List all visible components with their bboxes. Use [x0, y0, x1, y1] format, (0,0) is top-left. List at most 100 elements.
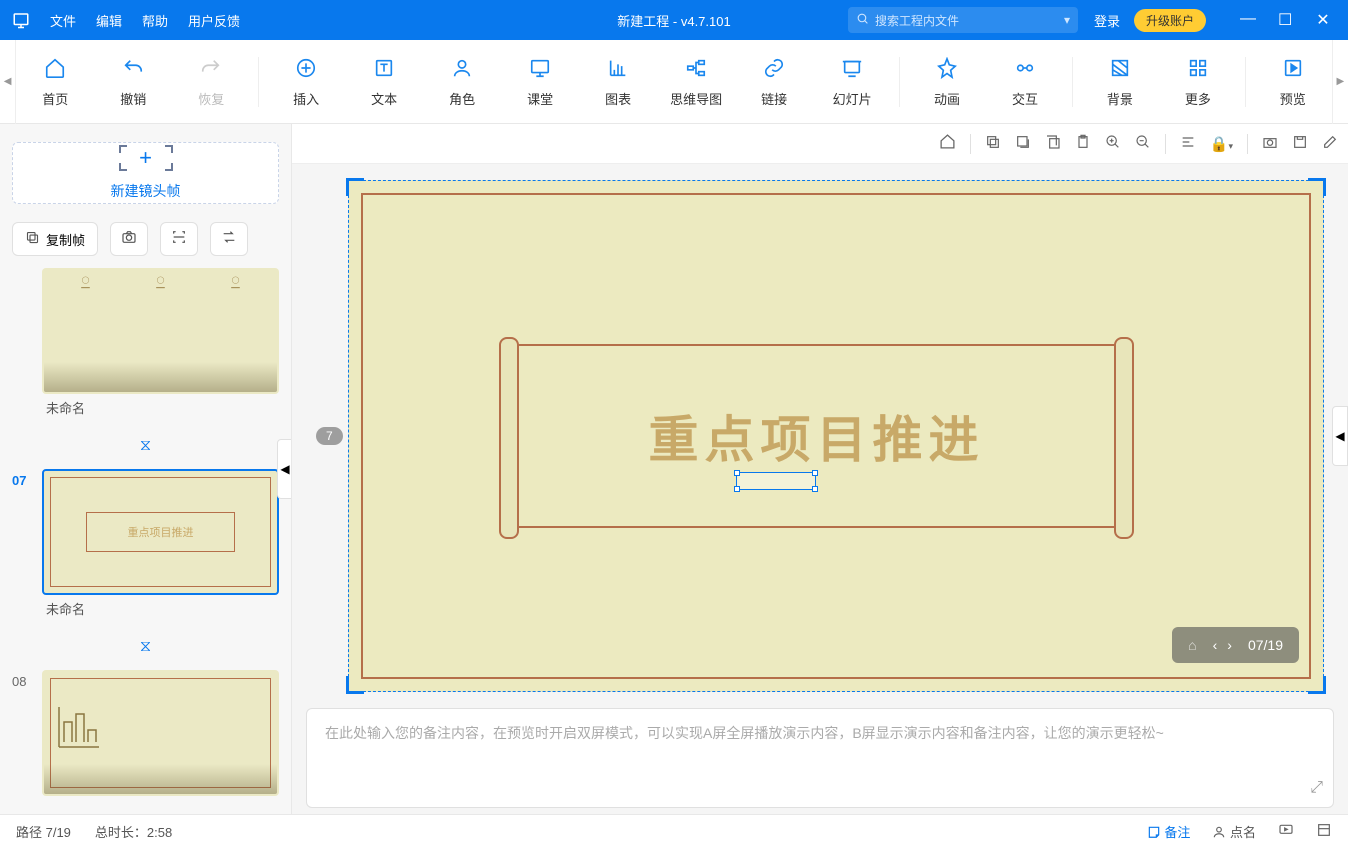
thumb-title: 重点项目推进	[86, 512, 235, 551]
page-count: 07/19	[1248, 637, 1283, 653]
preview-button[interactable]: 预览	[1254, 40, 1332, 124]
notes-area[interactable]: 在此处输入您的备注内容，在预览时开启双屏模式，可以实现A屏全屏播放演示内容，B屏…	[306, 708, 1334, 808]
search-icon	[856, 12, 869, 28]
export-icon[interactable]	[1292, 134, 1308, 154]
prev-icon[interactable]: ‹	[1213, 637, 1218, 653]
chart-button[interactable]: 图表	[579, 40, 657, 124]
slide-number: 08	[12, 670, 34, 796]
slide-number: 07	[12, 469, 34, 618]
menu-edit[interactable]: 编辑	[96, 11, 122, 30]
paste-icon[interactable]	[1075, 134, 1091, 154]
maximize-button[interactable]: ☐	[1278, 10, 1292, 30]
new-frame-button[interactable]: + 新建镜头帧	[12, 142, 279, 204]
slide-label: 未命名	[42, 599, 279, 618]
interact-button[interactable]: 交互	[986, 40, 1064, 124]
search-input[interactable]: 搜索工程内文件 ▾	[848, 7, 1078, 33]
scan-button[interactable]	[160, 222, 198, 256]
sidebar-collapse-button[interactable]: ◀	[277, 439, 292, 499]
link-icon	[761, 55, 787, 81]
slide-item[interactable]: 08	[12, 670, 279, 796]
zoom-in-icon[interactable]	[1105, 134, 1121, 154]
canvas[interactable]: 重点项目推进 ⌂ ‹ › 07/19	[348, 180, 1324, 692]
home-icon[interactable]: ⌂	[1188, 637, 1196, 653]
slide-thumbnail[interactable]	[42, 670, 279, 796]
link-button[interactable]: 链接	[735, 40, 813, 124]
redo-icon	[198, 55, 224, 81]
camera-icon	[121, 229, 137, 249]
minimize-button[interactable]: —	[1240, 10, 1254, 30]
slide-thumbnail[interactable]: 重点项目推进	[42, 469, 279, 595]
bg-button[interactable]: 背景	[1081, 40, 1159, 124]
slide-number	[12, 268, 34, 417]
chevron-down-icon[interactable]: ▾	[1064, 13, 1070, 27]
upgrade-button[interactable]: 升级账户	[1134, 9, 1206, 32]
text-button[interactable]: 文本	[345, 40, 423, 124]
menu-file[interactable]: 文件	[50, 11, 76, 30]
new-frame-label: 新建镜头帧	[111, 181, 181, 201]
notes-toggle[interactable]: 备注	[1147, 822, 1191, 841]
slide-thumbnail[interactable]: ◯━━◯━━◯━━	[42, 268, 279, 394]
slide-item[interactable]: ◯━━◯━━◯━━ 未命名	[12, 268, 279, 417]
home-button[interactable]: 首页	[16, 40, 94, 124]
path-info: 路径 7/19	[16, 822, 71, 841]
anim-button[interactable]: 动画	[908, 40, 986, 124]
toolbar-scroll-right[interactable]: ▶	[1332, 40, 1348, 124]
camera-button[interactable]	[110, 222, 148, 256]
slide-label: 未命名	[42, 398, 279, 417]
selection-handle[interactable]	[736, 472, 816, 490]
slide-number-badge: 7	[316, 427, 343, 445]
canvas-area: 🔒▾ 7 重点项目推进 ⌂ ‹ › 07/19	[292, 124, 1348, 814]
mindmap-button[interactable]: 思维导图	[657, 40, 735, 124]
search-placeholder: 搜索工程内文件	[875, 12, 959, 29]
notes-placeholder: 在此处输入您的备注内容，在预览时开启双屏模式，可以实现A屏全屏播放演示内容，B屏…	[325, 725, 1164, 741]
login-link[interactable]: 登录	[1094, 11, 1120, 30]
board-icon	[527, 55, 553, 81]
zoom-out-icon[interactable]	[1135, 134, 1151, 154]
edit-icon[interactable]	[1322, 134, 1338, 154]
duplicate-icon[interactable]	[1015, 134, 1031, 154]
copy-frame-button[interactable]: 复制帧	[12, 222, 98, 256]
plus-icon: +	[139, 145, 152, 171]
slide-item[interactable]: 07 重点项目推进 未命名	[12, 469, 279, 618]
stack-icon[interactable]	[1045, 134, 1061, 154]
swap-icon	[221, 229, 237, 249]
screenshot-icon[interactable]	[1262, 134, 1278, 154]
scan-icon	[171, 229, 187, 249]
toolbar-scroll-left[interactable]: ◀	[0, 40, 16, 124]
sidebar: + 新建镜头帧 复制帧 ◯━━◯━━◯━━ 未命名	[0, 124, 292, 814]
transition-icon[interactable]: ⧖	[12, 638, 279, 656]
undo-button[interactable]: 撤销	[94, 40, 172, 124]
menu-help[interactable]: 帮助	[142, 11, 168, 30]
copy-icon[interactable]	[985, 134, 1001, 154]
menu-feedback[interactable]: 用户反馈	[188, 11, 240, 30]
slide-icon	[839, 55, 865, 81]
align-icon[interactable]	[1180, 134, 1196, 154]
chart-icon	[605, 55, 631, 81]
titlebar: 文件 编辑 帮助 用户反馈 新建工程 - v4.7.101 搜索工程内文件 ▾ …	[0, 0, 1348, 40]
text-icon	[371, 55, 397, 81]
next-icon[interactable]: ›	[1227, 637, 1232, 653]
more-button[interactable]: 更多	[1159, 40, 1237, 124]
transition-icon[interactable]: ⧖	[12, 437, 279, 455]
layout-icon[interactable]	[1316, 822, 1332, 841]
slide-button[interactable]: 幻灯片	[813, 40, 891, 124]
lock-icon[interactable]: 🔒▾	[1210, 135, 1233, 153]
home-icon	[42, 55, 68, 81]
canvas-toolbar: 🔒▾	[292, 124, 1348, 164]
redo-button[interactable]: 恢复	[172, 40, 250, 124]
interact-icon	[1012, 55, 1038, 81]
home-icon[interactable]	[939, 133, 956, 154]
present-icon[interactable]	[1278, 822, 1294, 841]
swap-button[interactable]	[210, 222, 248, 256]
menu-bar: 文件 编辑 帮助 用户反馈	[50, 11, 240, 30]
slide-title-text[interactable]: 重点项目推进	[649, 400, 985, 472]
insert-button[interactable]: 插入	[267, 40, 345, 124]
expand-icon[interactable]: ⤢	[1310, 779, 1323, 797]
class-button[interactable]: 课堂	[501, 40, 579, 124]
rollcall-button[interactable]: 点名	[1212, 822, 1256, 841]
close-button[interactable]: ✕	[1316, 10, 1330, 30]
panel-collapse-button[interactable]: ◀	[1332, 406, 1348, 466]
scroll-box[interactable]: 重点项目推进	[505, 344, 1128, 528]
role-button[interactable]: 角色	[423, 40, 501, 124]
mindmap-icon	[683, 55, 709, 81]
